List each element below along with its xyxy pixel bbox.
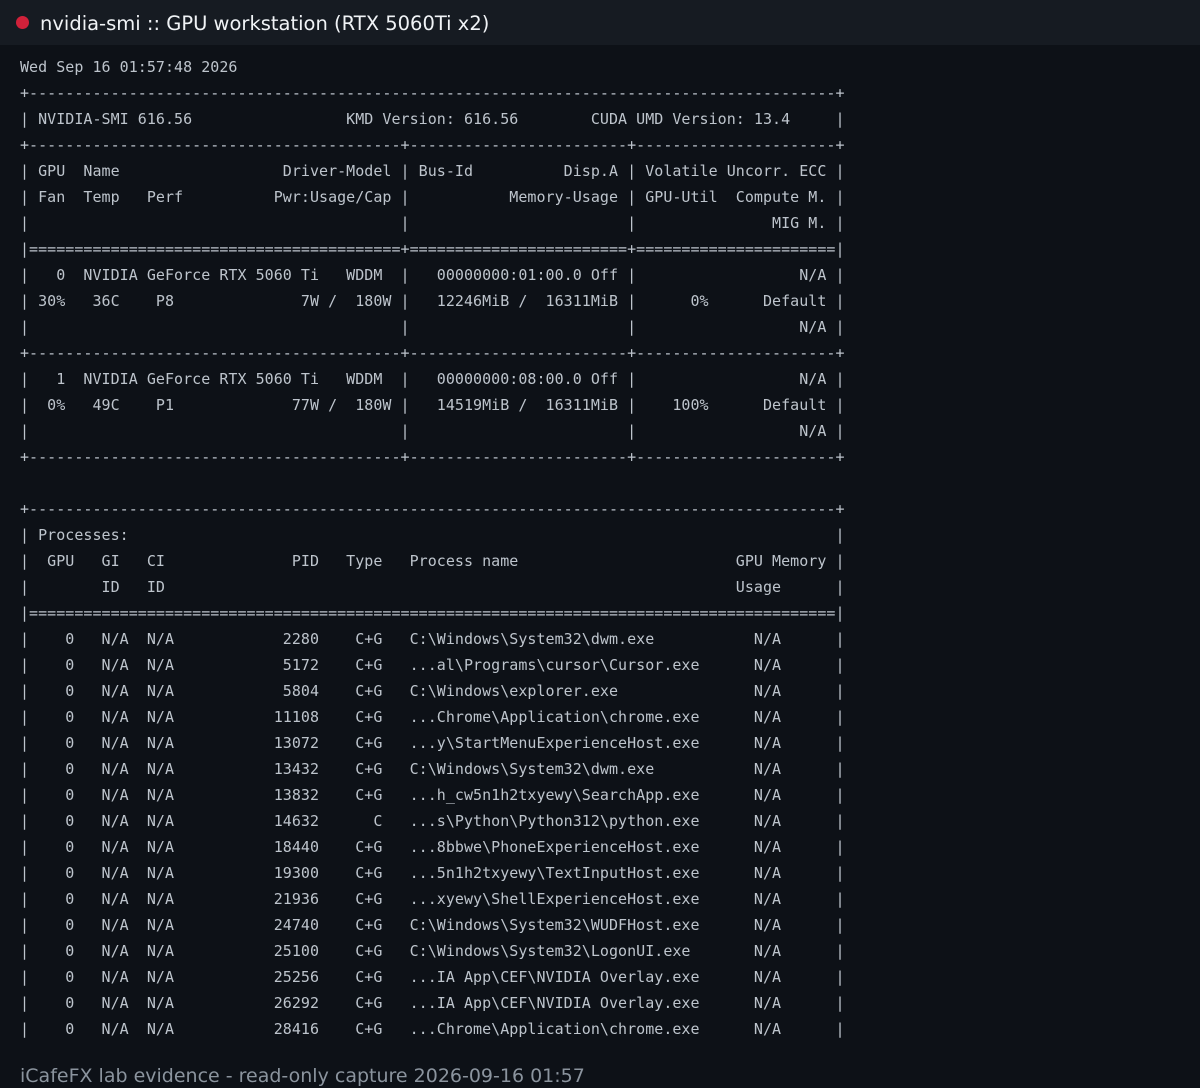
terminal-line: | 0% 49C P1 77W / 180W | 14519MiB / 1631… xyxy=(20,396,845,414)
terminal-line: | 0 N/A N/A 13832 C+G ...h_cw5n1h2txyewy… xyxy=(20,786,845,804)
terminal-line: | | | N/A | xyxy=(20,422,845,440)
terminal-line: | | | N/A | xyxy=(20,318,845,336)
window-title: nvidia-smi :: GPU workstation (RTX 5060T… xyxy=(40,12,490,35)
record-dot-icon xyxy=(16,16,29,29)
terminal-line: | Fan Temp Perf Pwr:Usage/Cap | Memory-U… xyxy=(20,188,845,206)
terminal-line: | 0 N/A N/A 21936 C+G ...xyewy\ShellExpe… xyxy=(20,890,845,908)
terminal-line: +---------------------------------------… xyxy=(20,136,845,154)
terminal-line: | 0 N/A N/A 26292 C+G ...IA App\CEF\NVID… xyxy=(20,994,845,1012)
terminal-line: | 30% 36C P8 7W / 180W | 12246MiB / 1631… xyxy=(20,292,845,310)
terminal-line: | ID ID Usage | xyxy=(20,578,845,596)
footer-caption: iCafeFX lab evidence - read-only capture… xyxy=(20,1065,585,1087)
terminal-line: | 0 N/A N/A 13072 C+G ...y\StartMenuExpe… xyxy=(20,734,845,752)
terminal-output: Wed Sep 16 01:57:48 2026 +---------------… xyxy=(20,54,845,1042)
terminal-line: | 0 NVIDIA GeForce RTX 5060 Ti WDDM | 00… xyxy=(20,266,845,284)
terminal-line: | 0 N/A N/A 11108 C+G ...Chrome\Applicat… xyxy=(20,708,845,726)
terminal-line: | 1 NVIDIA GeForce RTX 5060 Ti WDDM | 00… xyxy=(20,370,845,388)
terminal-line: Wed Sep 16 01:57:48 2026 xyxy=(20,58,238,76)
terminal-line: | 0 N/A N/A 19300 C+G ...5n1h2txyewy\Tex… xyxy=(20,864,845,882)
terminal-line: | GPU Name Driver-Model | Bus-Id Disp.A … xyxy=(20,162,845,180)
terminal-line: | 0 N/A N/A 5172 C+G ...al\Programs\curs… xyxy=(20,656,845,674)
terminal-line: | | | MIG M. | xyxy=(20,214,845,232)
terminal-line: | 0 N/A N/A 5804 C+G C:\Windows\explorer… xyxy=(20,682,845,700)
title-bar: nvidia-smi :: GPU workstation (RTX 5060T… xyxy=(0,0,1200,45)
terminal-window: nvidia-smi :: GPU workstation (RTX 5060T… xyxy=(0,0,1200,1088)
terminal-line: | Processes: | xyxy=(20,526,845,544)
terminal-line: | 0 N/A N/A 13432 C+G C:\Windows\System3… xyxy=(20,760,845,778)
terminal-line: +---------------------------------------… xyxy=(20,448,845,466)
terminal-line: +---------------------------------------… xyxy=(20,500,845,518)
terminal-line: | NVIDIA-SMI 616.56 KMD Version: 616.56 … xyxy=(20,110,845,128)
terminal-line: | 0 N/A N/A 25256 C+G ...IA App\CEF\NVID… xyxy=(20,968,845,986)
terminal-line: | 0 N/A N/A 14632 C ...s\Python\Python31… xyxy=(20,812,845,830)
terminal-line: |=======================================… xyxy=(20,240,845,258)
terminal-line: | 0 N/A N/A 18440 C+G ...8bbwe\PhoneExpe… xyxy=(20,838,845,856)
terminal-line: | 0 N/A N/A 28416 C+G ...Chrome\Applicat… xyxy=(20,1020,845,1038)
terminal-line: |=======================================… xyxy=(20,604,845,622)
terminal-line: | 0 N/A N/A 25100 C+G C:\Windows\System3… xyxy=(20,942,845,960)
terminal-line: | 0 N/A N/A 24740 C+G C:\Windows\System3… xyxy=(20,916,845,934)
terminal-line: | GPU GI CI PID Type Process name GPU Me… xyxy=(20,552,845,570)
terminal-line: | 0 N/A N/A 2280 C+G C:\Windows\System32… xyxy=(20,630,845,648)
terminal-line: +---------------------------------------… xyxy=(20,84,845,102)
terminal-line: +---------------------------------------… xyxy=(20,344,845,362)
